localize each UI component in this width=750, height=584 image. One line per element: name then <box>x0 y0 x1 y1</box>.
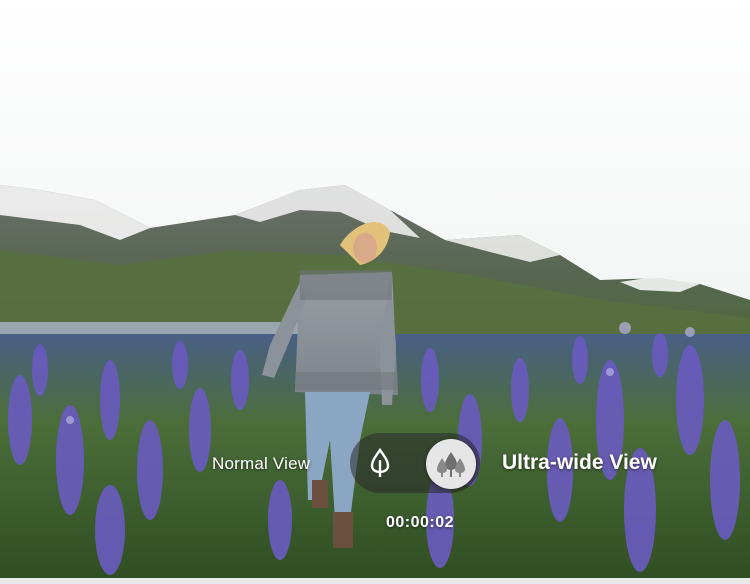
video-timestamp: 00:00:02 <box>386 514 455 531</box>
ultra-wide-view-label[interactable]: Ultra-wide View <box>502 451 657 475</box>
multiple-trees-icon <box>437 452 465 477</box>
video-frame: Normal View Ultra-wide View 00:00:02 <box>0 0 750 584</box>
view-mode-toggle[interactable] <box>350 433 480 493</box>
normal-view-option[interactable] <box>358 441 402 485</box>
ultra-wide-view-option[interactable] <box>426 439 476 489</box>
normal-view-label[interactable]: Normal View <box>212 454 310 474</box>
video-scene <box>0 0 750 584</box>
bottom-edge <box>0 578 750 584</box>
single-tree-icon <box>370 448 390 477</box>
